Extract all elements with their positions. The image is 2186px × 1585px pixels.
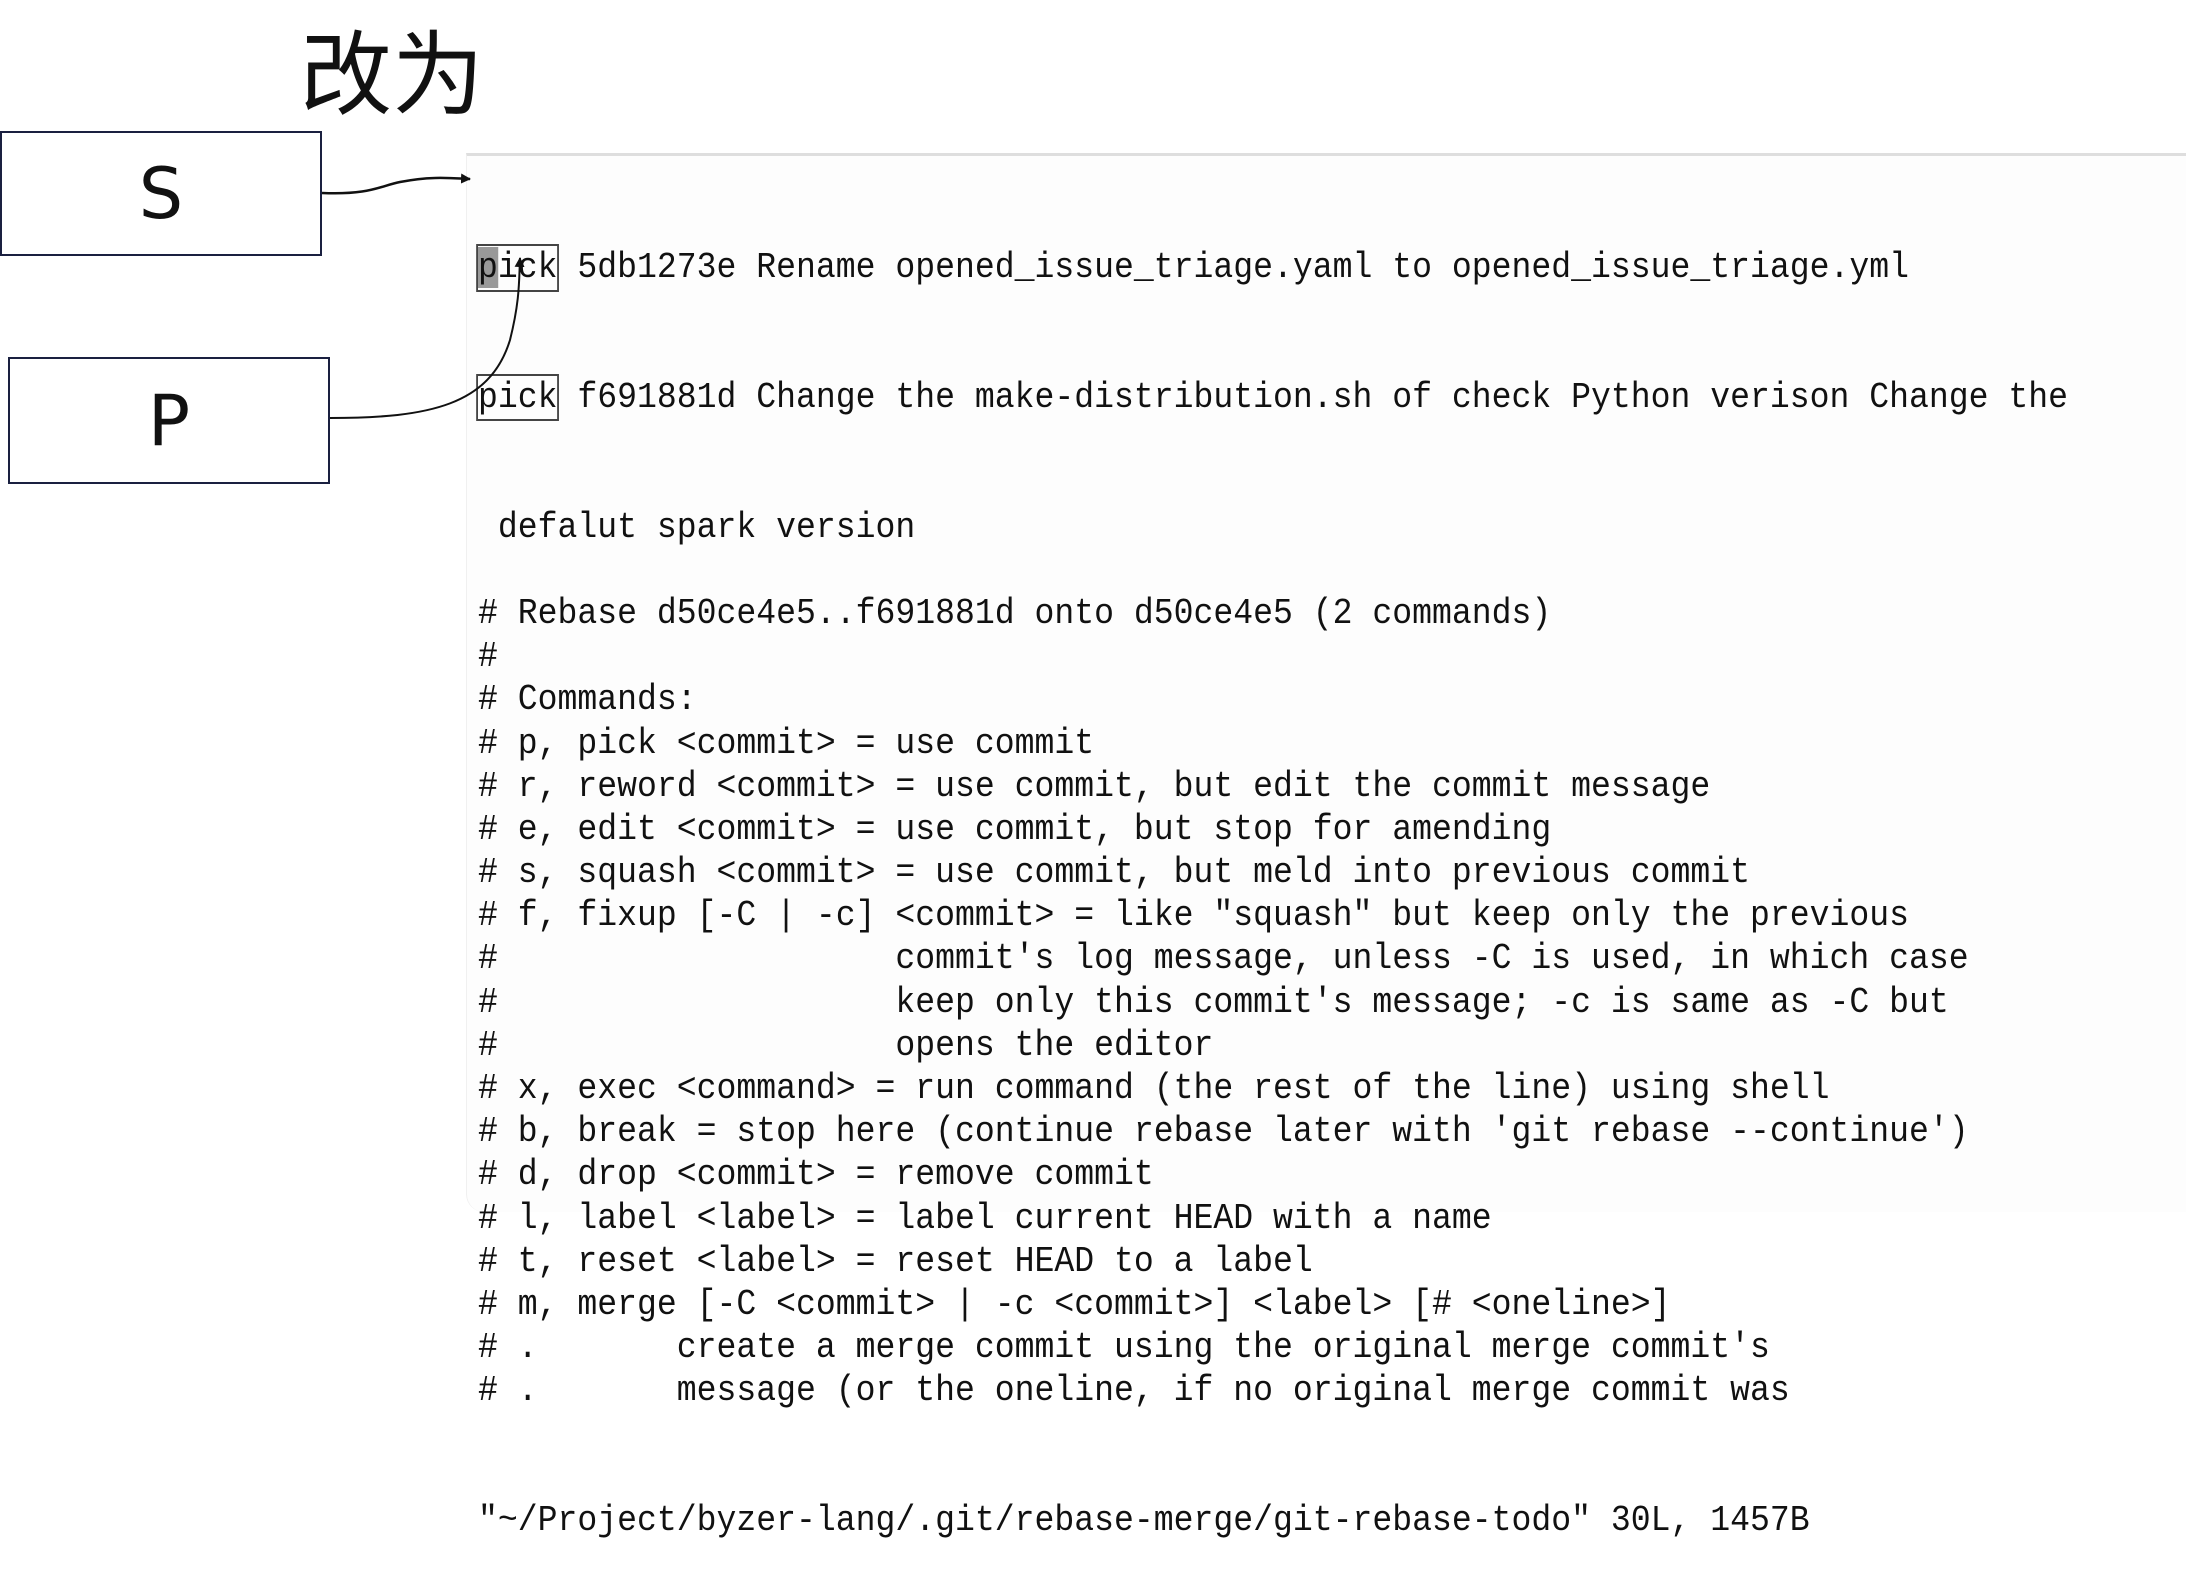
editor-line: defalut spark version bbox=[478, 506, 916, 548]
editor-line: # Commands: bbox=[478, 679, 697, 721]
editor-line: # s, squash <commit> = use commit, but m… bbox=[478, 852, 1751, 894]
todo-rest-2: f691881d Change the make-distribution.sh… bbox=[557, 377, 2069, 418]
editor-line: # f, fixup [-C | -c] <commit> = like "sq… bbox=[478, 895, 1910, 937]
todo-command-text: pick bbox=[478, 377, 558, 418]
todo-command-1[interactable]: pick bbox=[476, 244, 560, 292]
editor-line: # x, exec <command> = run command (the r… bbox=[478, 1068, 1830, 1110]
editor-line: # keep only this commit's message; -c is… bbox=[478, 981, 1949, 1023]
editor-line: # d, drop <commit> = remove commit bbox=[478, 1154, 1154, 1196]
annotation-box-s: S bbox=[0, 131, 322, 256]
annotation-box-p: P bbox=[8, 357, 330, 484]
editor-line: # Rebase d50ce4e5..f691881d onto d50ce4e… bbox=[478, 592, 1552, 634]
annotation-box-s-label: S bbox=[138, 152, 184, 235]
status-line: "~/Project/byzer-lang/.git/rebase-merge/… bbox=[478, 1499, 1810, 1541]
annotation-title: 改为 bbox=[300, 22, 485, 129]
annotation-box-p-label: P bbox=[147, 379, 191, 462]
editor-line: # . create a merge commit using the orig… bbox=[478, 1327, 1770, 1369]
arrow-s-to-first-pick bbox=[321, 173, 471, 195]
todo-line-2[interactable]: pick f691881d Change the make-distributi… bbox=[476, 373, 2069, 422]
editor-line: # commit's log message, unless -C is use… bbox=[478, 938, 1969, 980]
todo-line-1[interactable]: pick 5db1273e Rename opened_issue_triage… bbox=[476, 244, 2068, 292]
editor-text[interactable]: pick 5db1273e Rename opened_issue_triage… bbox=[476, 160, 2069, 1585]
todo-command-2[interactable]: pick bbox=[476, 373, 560, 422]
editor-line: # opens the editor bbox=[478, 1024, 1214, 1066]
editor-line: # . message (or the oneline, if no origi… bbox=[478, 1370, 1790, 1412]
editor-line: # m, merge [-C <commit> | -c <commit>] <… bbox=[478, 1283, 1671, 1325]
editor-line: # p, pick <commit> = use commit bbox=[478, 722, 1095, 764]
todo-command-text: ick bbox=[497, 247, 558, 289]
editor-line: # e, edit <commit> = use commit, but sto… bbox=[478, 808, 1552, 850]
editor-line: # l, label <label> = label current HEAD … bbox=[478, 1197, 1492, 1239]
text-cursor: p bbox=[478, 247, 498, 289]
todo-rest-1: 5db1273e Rename opened_issue_triage.yaml… bbox=[557, 247, 1910, 289]
editor-line: # t, reset <label> = reset HEAD to a lab… bbox=[478, 1240, 1313, 1282]
editor-line: # b, break = stop here (continue rebase … bbox=[478, 1111, 1969, 1153]
editor-line: # bbox=[478, 636, 498, 678]
editor-line: # r, reword <commit> = use commit, but e… bbox=[478, 765, 1711, 807]
